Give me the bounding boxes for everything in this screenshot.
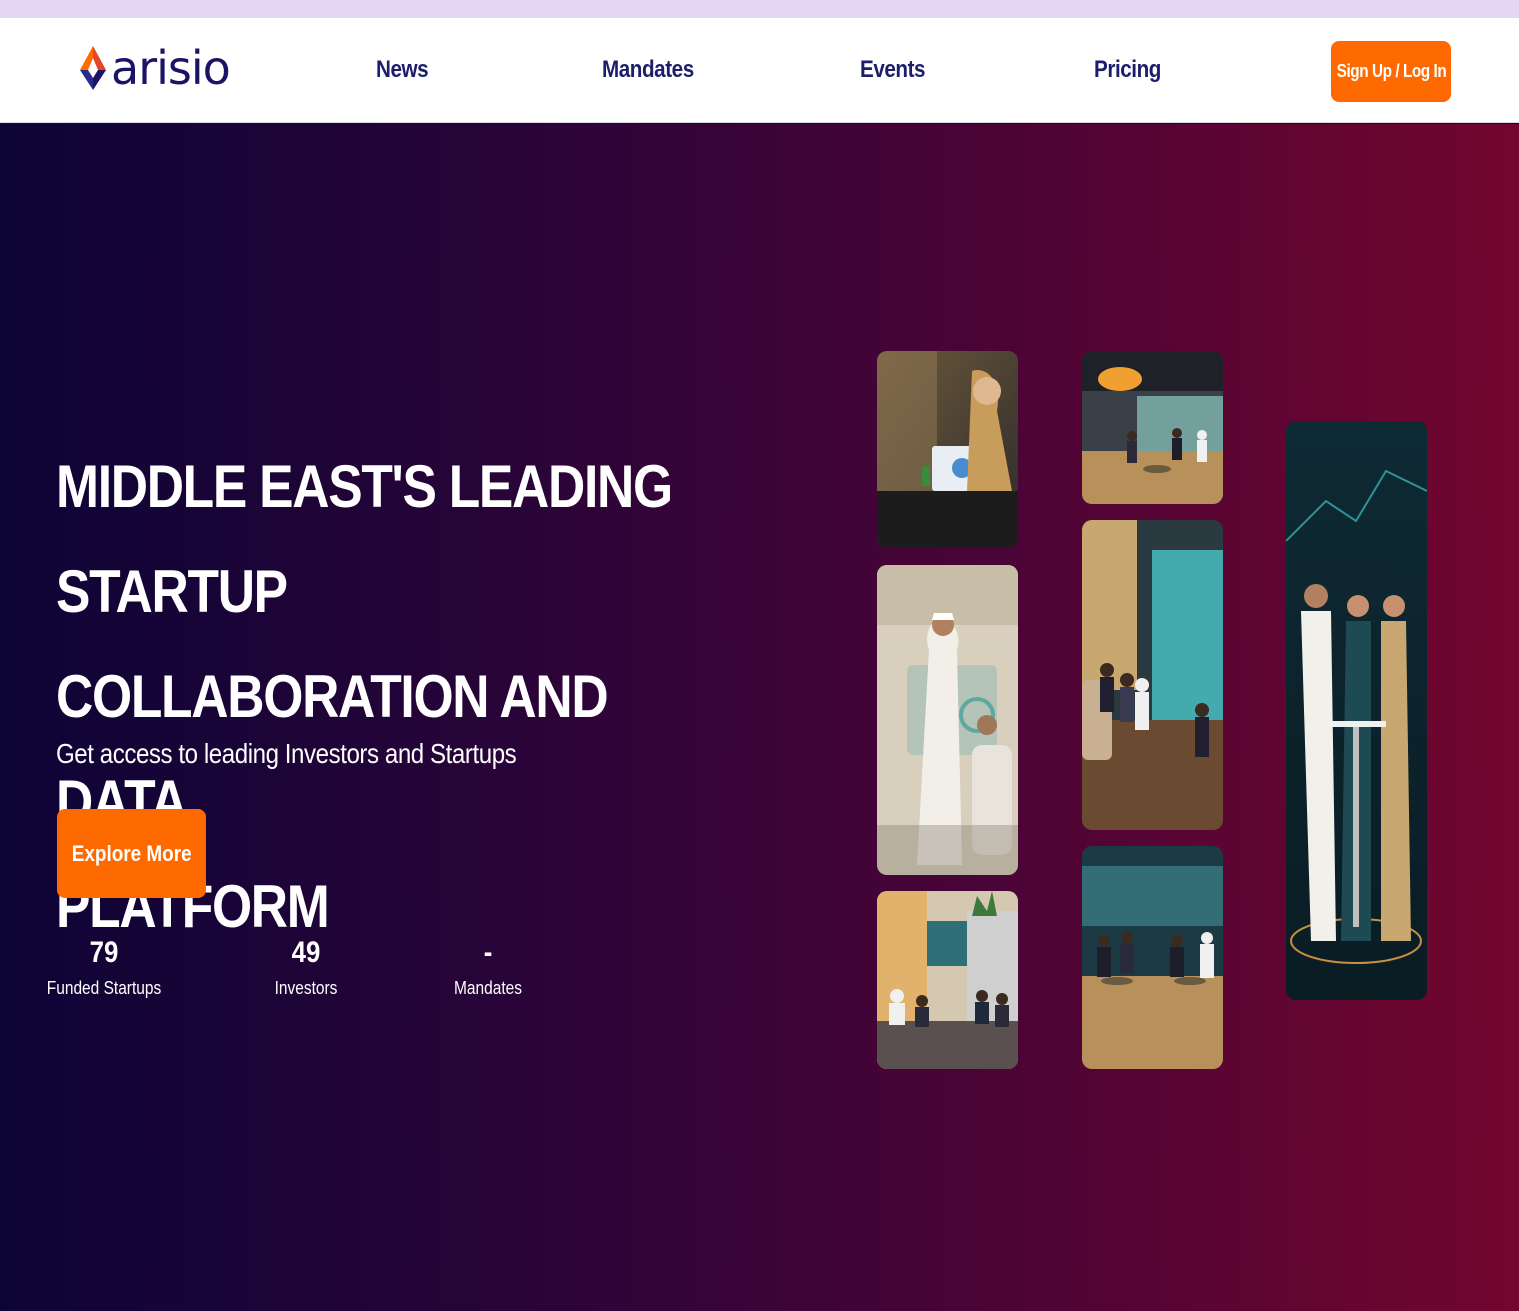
nav-news[interactable]: News xyxy=(376,56,429,84)
laptop-meeting-photo xyxy=(877,351,1018,548)
stat-funded-startups: 79 Funded Startups xyxy=(24,936,184,999)
nav-mandates[interactable]: Mandates xyxy=(602,56,694,84)
stat-label: Investors xyxy=(274,978,338,998)
networking-tables-photo xyxy=(1082,846,1223,1069)
stat-label: Mandates xyxy=(454,978,522,998)
headline-line-1: MIDDLE EAST'S LEADING STARTUP xyxy=(56,453,673,625)
stat-mandates: - Mandates xyxy=(408,936,568,999)
business-talk-photo xyxy=(1286,421,1427,1000)
stat-value: 49 xyxy=(291,936,321,969)
explore-more-button[interactable]: Explore More xyxy=(57,809,206,898)
top-accent-strip xyxy=(0,0,1519,18)
brand-logo[interactable]: arisio xyxy=(78,40,231,96)
lounge-discussion-photo xyxy=(1082,520,1223,830)
nav-events[interactable]: Events xyxy=(860,56,926,84)
stat-value: - xyxy=(483,936,493,969)
hero-subtitle: Get access to leading Investors and Star… xyxy=(56,738,517,769)
hero-section: MIDDLE EAST'S LEADING STARTUP COLLABORAT… xyxy=(0,124,1519,1311)
stat-investors: 49 Investors xyxy=(226,936,386,999)
presenter-photo xyxy=(877,565,1018,875)
arisio-logo-icon xyxy=(80,46,106,90)
stat-label: Funded Startups xyxy=(46,978,162,998)
explore-more-label: Explore More xyxy=(71,840,192,866)
nav-pricing[interactable]: Pricing xyxy=(1094,56,1161,84)
signup-login-button[interactable]: Sign Up / Log In xyxy=(1331,41,1451,102)
expo-hall-photo xyxy=(1082,351,1223,504)
panel-audience-photo xyxy=(877,891,1018,1069)
navbar: arisio News Mandates Events Pricing Sign… xyxy=(0,18,1519,123)
signup-login-label: Sign Up / Log In xyxy=(1336,61,1446,81)
stat-value: 79 xyxy=(89,936,119,969)
brand-name: arisio xyxy=(111,41,231,95)
